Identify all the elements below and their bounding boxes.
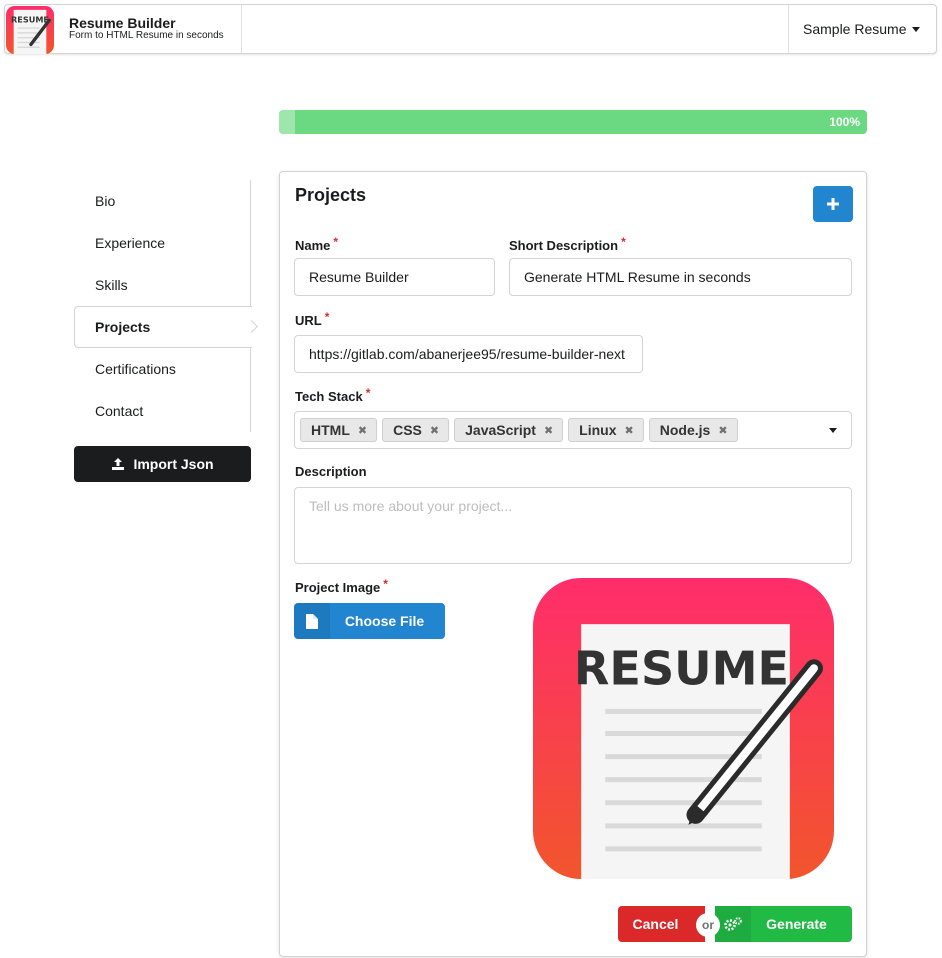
progress-bar: 100% [279, 110, 867, 134]
sidebar-item-certifications[interactable]: Certifications [74, 348, 251, 390]
project-image-label: Project Image * [295, 577, 388, 595]
progress-fill: 100% [279, 110, 867, 134]
caret-down-icon [912, 27, 920, 32]
sidebar-item-projects[interactable]: Projects [74, 306, 252, 348]
svg-text:RESUME: RESUME [11, 14, 49, 24]
description-textarea[interactable] [294, 487, 852, 564]
file-icon [306, 613, 318, 629]
choose-file-label: Choose File [344, 613, 425, 629]
name-label: Name * [295, 235, 339, 253]
tech-tag: CSS ✖ [382, 418, 450, 442]
tech-tag: HTML ✖ [300, 418, 378, 442]
sidebar-item-bio[interactable]: Bio [74, 180, 251, 222]
sidebar-item-skills[interactable]: Skills [74, 264, 251, 306]
required-marker: * [324, 310, 330, 324]
generate-label: Generate [766, 916, 827, 932]
app-header: RESUME Resume Builder Form to HTML Resum… [4, 4, 937, 54]
preview-logo-text: RESUME [574, 641, 789, 695]
plus-icon [827, 198, 839, 210]
section-nav: Bio Experience Skills Projects Certifica… [74, 180, 252, 432]
import-json-label: Import Json [133, 456, 214, 472]
brand[interactable]: RESUME Resume Builder Form to HTML Resum… [5, 5, 242, 54]
sidebar-item-experience[interactable]: Experience [74, 222, 251, 264]
sample-resume-dropdown[interactable]: Sample Resume [788, 5, 936, 53]
app-subtitle: Form to HTML Resume in seconds [69, 30, 224, 41]
cogs-icon [724, 917, 742, 931]
cancel-button[interactable]: Cancel [618, 906, 705, 942]
sidebar-item-contact[interactable]: Contact [74, 390, 251, 432]
remove-tag-icon[interactable]: ✖ [544, 424, 553, 437]
tech-tag: JavaScript ✖ [454, 418, 564, 442]
tech-stack-multiselect[interactable]: HTML ✖ CSS ✖ JavaScript ✖ Linux ✖ Node.js ✖ [294, 411, 852, 449]
app-logo-icon: RESUME [6, 6, 54, 54]
sample-resume-label: Sample Resume [803, 21, 907, 37]
upload-icon [112, 458, 125, 470]
section-title: Projects [295, 185, 367, 205]
required-marker: * [365, 386, 371, 400]
tech-tag: Node.js ✖ [648, 418, 738, 442]
import-json-button[interactable]: Import Json [74, 446, 251, 482]
required-marker: * [383, 577, 388, 591]
choose-file-button[interactable]: Choose File [294, 603, 445, 639]
remove-tag-icon[interactable]: ✖ [430, 424, 439, 437]
description-label: Description [295, 464, 367, 479]
project-name-input[interactable] [294, 258, 495, 296]
short-description-input[interactable] [509, 258, 852, 296]
add-project-button[interactable] [813, 186, 853, 222]
short-description-label: Short Description * [509, 235, 626, 253]
url-input[interactable] [294, 335, 643, 373]
progress-label: 100% [829, 115, 860, 129]
tech-stack-label: Tech Stack * [295, 386, 371, 404]
project-image-preview: RESUME [533, 578, 834, 879]
caret-down-icon[interactable] [829, 428, 837, 433]
remove-tag-icon[interactable]: ✖ [625, 424, 634, 437]
app-title: Resume Builder [69, 15, 176, 31]
tech-tag: Linux ✖ [568, 418, 644, 442]
required-marker: * [333, 235, 339, 249]
or-divider: or [696, 913, 720, 937]
url-label: URL * [295, 310, 330, 328]
required-marker: * [621, 235, 626, 249]
remove-tag-icon[interactable]: ✖ [358, 424, 367, 437]
remove-tag-icon[interactable]: ✖ [718, 424, 727, 437]
generate-button[interactable]: Generate [715, 906, 852, 942]
projects-form-card: Projects Name* Short Description* URL* T… [279, 171, 867, 957]
